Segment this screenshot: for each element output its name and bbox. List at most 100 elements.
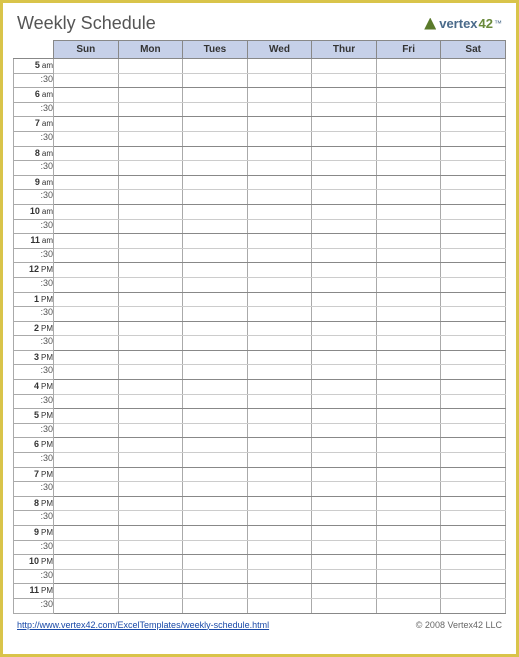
schedule-cell[interactable]: [247, 131, 312, 146]
schedule-cell[interactable]: [312, 467, 377, 482]
schedule-cell[interactable]: [247, 59, 312, 74]
schedule-cell[interactable]: [376, 161, 441, 176]
schedule-cell[interactable]: [376, 365, 441, 380]
schedule-cell[interactable]: [376, 584, 441, 599]
schedule-cell[interactable]: [441, 248, 506, 263]
schedule-cell[interactable]: [312, 73, 377, 88]
schedule-cell[interactable]: [376, 496, 441, 511]
schedule-cell[interactable]: [183, 131, 248, 146]
schedule-cell[interactable]: [183, 423, 248, 438]
schedule-cell[interactable]: [118, 117, 183, 132]
schedule-cell[interactable]: [376, 234, 441, 249]
schedule-cell[interactable]: [312, 540, 377, 555]
schedule-cell[interactable]: [312, 584, 377, 599]
schedule-cell[interactable]: [312, 569, 377, 584]
schedule-cell[interactable]: [441, 540, 506, 555]
schedule-cell[interactable]: [312, 102, 377, 117]
schedule-cell[interactable]: [441, 569, 506, 584]
schedule-cell[interactable]: [312, 117, 377, 132]
schedule-cell[interactable]: [312, 350, 377, 365]
schedule-cell[interactable]: [54, 131, 119, 146]
schedule-cell[interactable]: [312, 409, 377, 424]
schedule-cell[interactable]: [441, 453, 506, 468]
schedule-cell[interactable]: [118, 540, 183, 555]
schedule-cell[interactable]: [118, 511, 183, 526]
schedule-cell[interactable]: [183, 380, 248, 395]
schedule-cell[interactable]: [312, 307, 377, 322]
schedule-cell[interactable]: [183, 467, 248, 482]
schedule-cell[interactable]: [54, 175, 119, 190]
schedule-cell[interactable]: [54, 438, 119, 453]
schedule-cell[interactable]: [118, 59, 183, 74]
schedule-cell[interactable]: [54, 248, 119, 263]
schedule-cell[interactable]: [376, 277, 441, 292]
schedule-cell[interactable]: [441, 131, 506, 146]
schedule-cell[interactable]: [118, 219, 183, 234]
schedule-cell[interactable]: [118, 598, 183, 613]
schedule-cell[interactable]: [247, 482, 312, 497]
schedule-cell[interactable]: [183, 277, 248, 292]
schedule-cell[interactable]: [247, 190, 312, 205]
schedule-cell[interactable]: [376, 380, 441, 395]
schedule-cell[interactable]: [376, 248, 441, 263]
schedule-cell[interactable]: [183, 161, 248, 176]
schedule-cell[interactable]: [118, 365, 183, 380]
schedule-cell[interactable]: [54, 277, 119, 292]
schedule-cell[interactable]: [118, 204, 183, 219]
schedule-cell[interactable]: [54, 365, 119, 380]
schedule-cell[interactable]: [441, 598, 506, 613]
schedule-cell[interactable]: [312, 277, 377, 292]
schedule-cell[interactable]: [118, 263, 183, 278]
schedule-cell[interactable]: [312, 365, 377, 380]
schedule-cell[interactable]: [118, 555, 183, 570]
schedule-cell[interactable]: [183, 482, 248, 497]
schedule-cell[interactable]: [183, 350, 248, 365]
schedule-cell[interactable]: [441, 146, 506, 161]
schedule-cell[interactable]: [441, 263, 506, 278]
schedule-cell[interactable]: [54, 59, 119, 74]
schedule-cell[interactable]: [376, 336, 441, 351]
schedule-cell[interactable]: [183, 219, 248, 234]
schedule-cell[interactable]: [247, 540, 312, 555]
schedule-cell[interactable]: [376, 511, 441, 526]
schedule-cell[interactable]: [247, 73, 312, 88]
schedule-cell[interactable]: [376, 190, 441, 205]
schedule-cell[interactable]: [118, 526, 183, 541]
schedule-cell[interactable]: [376, 540, 441, 555]
schedule-cell[interactable]: [376, 204, 441, 219]
schedule-cell[interactable]: [118, 467, 183, 482]
schedule-cell[interactable]: [312, 453, 377, 468]
schedule-cell[interactable]: [183, 569, 248, 584]
schedule-cell[interactable]: [441, 409, 506, 424]
schedule-cell[interactable]: [54, 88, 119, 103]
schedule-cell[interactable]: [441, 482, 506, 497]
schedule-cell[interactable]: [118, 292, 183, 307]
schedule-cell[interactable]: [312, 423, 377, 438]
source-link[interactable]: http://www.vertex42.com/ExcelTemplates/w…: [17, 620, 269, 630]
schedule-cell[interactable]: [118, 277, 183, 292]
schedule-cell[interactable]: [441, 350, 506, 365]
schedule-cell[interactable]: [441, 555, 506, 570]
schedule-cell[interactable]: [183, 598, 248, 613]
schedule-cell[interactable]: [247, 598, 312, 613]
schedule-cell[interactable]: [376, 438, 441, 453]
schedule-cell[interactable]: [441, 467, 506, 482]
schedule-cell[interactable]: [118, 336, 183, 351]
schedule-cell[interactable]: [183, 73, 248, 88]
schedule-cell[interactable]: [247, 496, 312, 511]
schedule-cell[interactable]: [118, 584, 183, 599]
schedule-cell[interactable]: [312, 438, 377, 453]
schedule-cell[interactable]: [441, 423, 506, 438]
schedule-cell[interactable]: [54, 321, 119, 336]
schedule-cell[interactable]: [54, 584, 119, 599]
schedule-cell[interactable]: [54, 146, 119, 161]
schedule-cell[interactable]: [183, 248, 248, 263]
schedule-cell[interactable]: [118, 175, 183, 190]
schedule-cell[interactable]: [183, 175, 248, 190]
schedule-cell[interactable]: [118, 496, 183, 511]
schedule-cell[interactable]: [376, 409, 441, 424]
schedule-cell[interactable]: [441, 511, 506, 526]
schedule-cell[interactable]: [376, 307, 441, 322]
schedule-cell[interactable]: [54, 307, 119, 322]
schedule-cell[interactable]: [54, 161, 119, 176]
